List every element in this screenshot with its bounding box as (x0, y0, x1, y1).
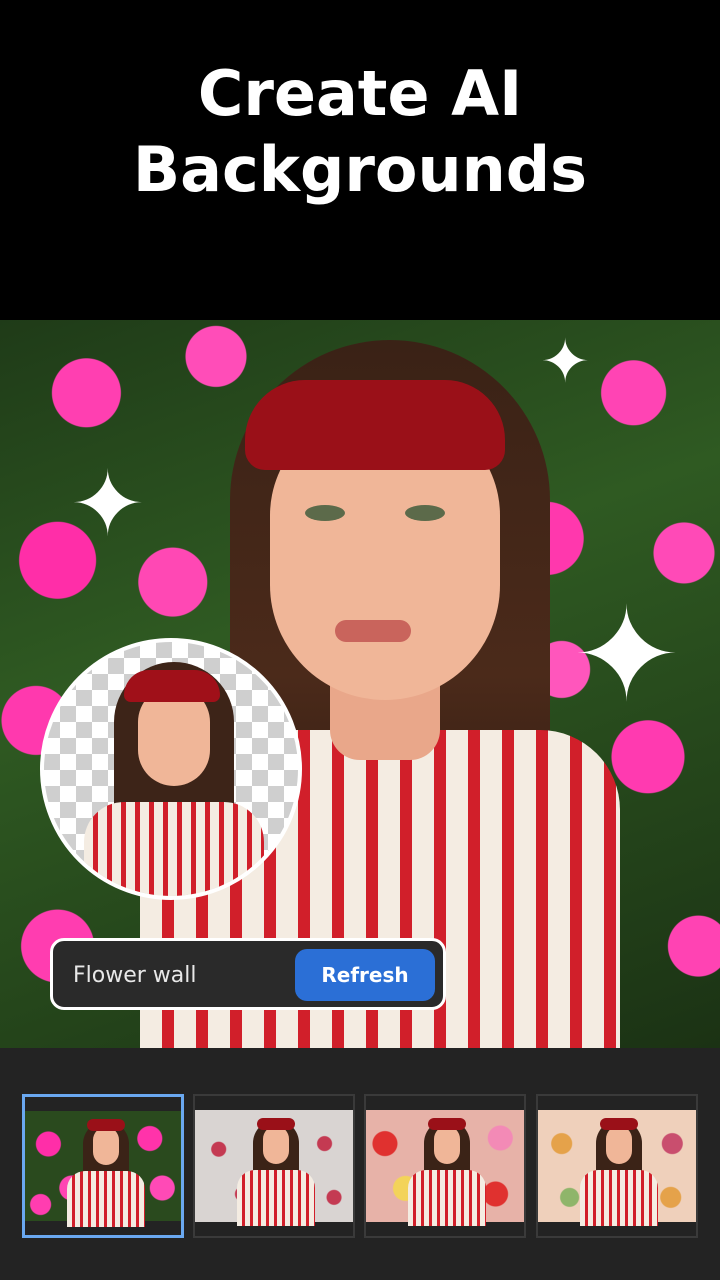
prompt-bar[interactable]: Flower wall Refresh (50, 938, 446, 1010)
thumbnail-strip (0, 1048, 720, 1280)
thumb-top (408, 1170, 486, 1226)
thumb-bandana (87, 1119, 125, 1131)
thumb-face (606, 1126, 632, 1164)
thumb-bandana (257, 1118, 295, 1130)
thumbnail-4[interactable] (536, 1094, 698, 1238)
thumb-top (67, 1171, 145, 1227)
lips (335, 620, 411, 642)
thumb-bandana (600, 1118, 638, 1130)
page-title: Create AI Backgrounds (0, 56, 720, 208)
thumbnail-background (25, 1111, 181, 1227)
thumbnail-3[interactable] (364, 1094, 526, 1238)
thumbnail-background (195, 1110, 353, 1226)
preview-bandana (124, 670, 220, 702)
title-line-2: Backgrounds (132, 133, 588, 206)
bandana (245, 380, 505, 470)
sparkle-icon: ✦ (70, 452, 146, 557)
thumbnail-background (538, 1110, 696, 1226)
right-eye (405, 505, 445, 521)
thumbnail-2[interactable] (193, 1094, 355, 1238)
thumbnail-background (366, 1110, 524, 1226)
thumb-face (263, 1126, 289, 1164)
prompt-text[interactable]: Flower wall (73, 963, 197, 988)
thumb-top (237, 1170, 315, 1226)
background-removed-preview (40, 638, 302, 900)
sparkle-icon: ✦ (572, 579, 681, 731)
sparkle-icon: ✦ (540, 327, 591, 397)
thumbnail-1[interactable] (22, 1094, 184, 1238)
thumb-top (580, 1170, 658, 1226)
thumb-bandana (428, 1118, 466, 1130)
preview-top (84, 802, 264, 896)
thumb-face (93, 1127, 119, 1165)
headline-area: Create AI Backgrounds (0, 0, 720, 320)
refresh-button[interactable]: Refresh (295, 949, 435, 1001)
title-line-1: Create AI (197, 57, 523, 130)
left-eye (305, 505, 345, 521)
thumb-face (434, 1126, 460, 1164)
